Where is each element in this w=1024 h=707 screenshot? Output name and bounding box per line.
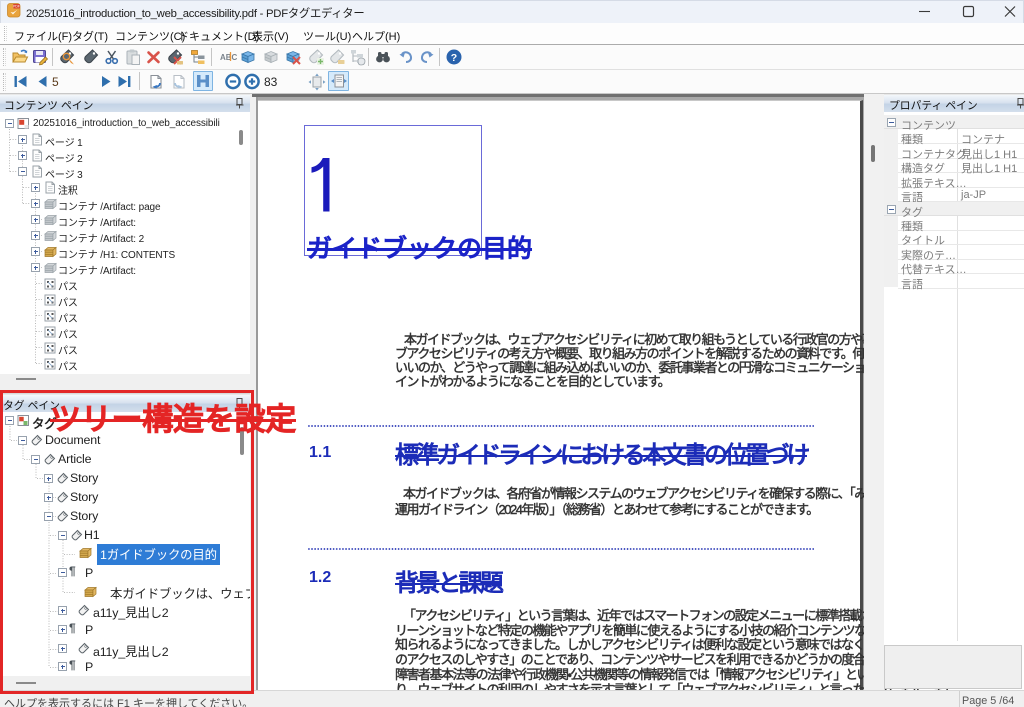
- svg-text:C: C: [232, 53, 238, 62]
- svg-text:?: ?: [451, 52, 457, 64]
- svg-text:PDF: PDF: [13, 5, 20, 9]
